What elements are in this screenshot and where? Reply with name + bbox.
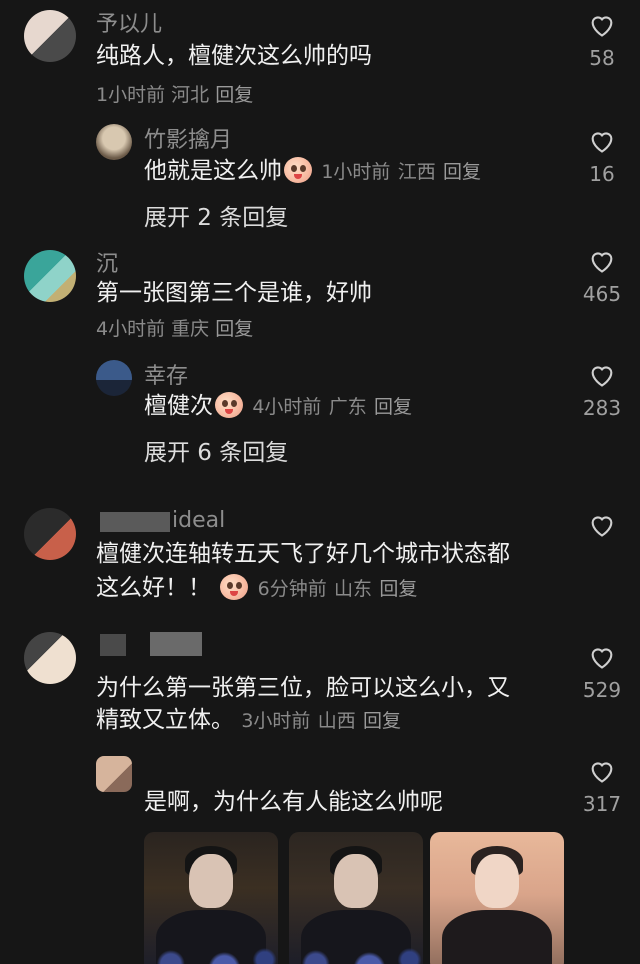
reply-link[interactable]: 回复 (374, 396, 412, 418)
heart-outline-icon (591, 16, 613, 37)
comment-text: 第一张图第三个是谁，好帅 (96, 280, 372, 306)
username[interactable]: 竹影擒月 (144, 122, 232, 154)
like-button[interactable]: 317 (582, 758, 622, 816)
like-count: 16 (589, 162, 615, 186)
heart-outline-icon (591, 132, 613, 153)
comment-location: 河北 (171, 84, 210, 106)
heart-outline-icon (591, 516, 613, 537)
heart-outline-icon (591, 366, 613, 387)
username-redaction (150, 632, 202, 656)
comment-text-body: 他就是这么帅 (144, 158, 282, 184)
comment-time: 1小时前 (321, 161, 391, 183)
face-emoji-icon (220, 574, 249, 600)
comment-time: 4小时前 (252, 396, 322, 418)
avatar[interactable] (24, 632, 76, 684)
like-button[interactable]: 283 (582, 362, 622, 420)
comment-text-line2: 精致又立体。 3小时前 山西 回复 (96, 704, 401, 738)
expand-replies-button[interactable]: 展开 2 条回复 (144, 198, 288, 232)
avatar[interactable] (24, 508, 76, 560)
username[interactable]: 幸存 (144, 358, 188, 390)
avatar[interactable] (24, 10, 76, 62)
like-count: 465 (582, 282, 622, 306)
comment-text: 檀健次连轴转五天飞了好几个城市状态都 (96, 541, 510, 567)
reply-link[interactable]: 回复 (443, 161, 481, 183)
like-button[interactable]: 58 (582, 12, 622, 70)
avatar[interactable] (96, 756, 132, 792)
reply-link[interactable]: 回复 (379, 578, 417, 600)
photo-figure (442, 910, 552, 964)
username[interactable]: 沉 (96, 246, 118, 278)
reply-image[interactable] (289, 832, 423, 964)
like-count: 283 (582, 396, 622, 420)
comment-time: 4小时前 (96, 318, 166, 340)
like-button[interactable]: 16 (582, 128, 622, 186)
comment-location: 山东 (334, 578, 373, 600)
avatar[interactable] (96, 360, 132, 396)
username-redaction (100, 634, 126, 656)
comment-meta: 1小时前 河北 回复 (96, 80, 253, 107)
comment-time: 1小时前 (96, 84, 166, 106)
comment-time: 6分钟前 (257, 578, 327, 600)
like-count: 529 (582, 678, 622, 702)
username[interactable]: ideal (172, 508, 225, 533)
comment-text-body: 这么好！！ (96, 575, 211, 601)
comment-text: 檀健次 4小时前 广东 回复 (144, 390, 412, 424)
comment-text: 是啊，为什么有人能这么帅呢 (144, 789, 443, 815)
photo-figure (334, 854, 378, 908)
reply-link[interactable]: 回复 (215, 84, 253, 106)
photo-figure (189, 854, 233, 908)
comment-text-body: 檀健次 (144, 393, 213, 419)
expand-replies-button[interactable]: 展开 6 条回复 (144, 433, 288, 467)
comment-location: 广东 (328, 396, 367, 418)
comment-text: 纯路人，檀健次这么帅的吗 (96, 43, 372, 69)
avatar[interactable] (24, 250, 76, 302)
avatar[interactable] (96, 124, 132, 160)
like-button[interactable] (582, 512, 622, 546)
face-emoji-icon (215, 392, 243, 418)
reply-link[interactable]: 回复 (215, 318, 253, 340)
heart-outline-icon (591, 762, 613, 783)
comment-page: 予以儿 纯路人，檀健次这么帅的吗 1小时前 河北 回复 58 竹影擒月 他就是这… (0, 0, 640, 964)
photo-lights (289, 932, 423, 964)
like-count: 317 (582, 792, 622, 816)
comment-location: 重庆 (171, 318, 210, 340)
reply-image[interactable] (144, 832, 278, 964)
like-count: 58 (589, 46, 615, 70)
heart-outline-icon (591, 648, 613, 669)
username-redaction (100, 512, 170, 532)
comment-text-body: 精致又立体。 (96, 707, 234, 733)
comment-meta: 4小时前 重庆 回复 (96, 314, 253, 341)
comment-text: 为什么第一张第三位，脸可以这么小，又 (96, 675, 510, 701)
reply-image[interactable] (430, 832, 564, 964)
like-button[interactable]: 465 (582, 248, 622, 306)
comment-location: 江西 (397, 161, 436, 183)
comment-location: 山西 (317, 710, 356, 732)
reply-link[interactable]: 回复 (363, 710, 401, 732)
face-emoji-icon (284, 157, 312, 183)
photo-lights (144, 932, 278, 964)
comment-text: 他就是这么帅 1小时前 江西 回复 (144, 155, 481, 189)
username[interactable]: 予以儿 (96, 6, 162, 38)
photo-figure (475, 854, 519, 908)
comment-text-line2: 这么好！！ 6分钟前 山东 回复 (96, 572, 417, 606)
heart-outline-icon (591, 252, 613, 273)
like-button[interactable]: 529 (582, 644, 622, 702)
comment-time: 3小时前 (241, 710, 311, 732)
